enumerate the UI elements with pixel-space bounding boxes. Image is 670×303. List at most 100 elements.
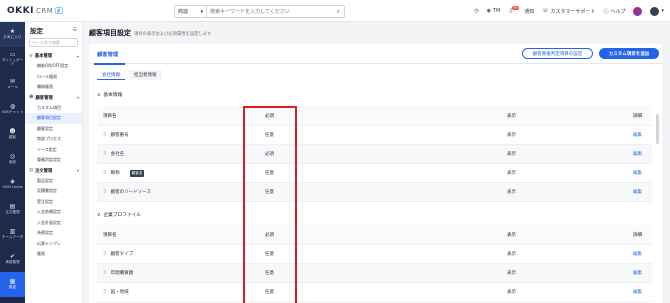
nav-approval[interactable]: ✔ 承認管理 — [0, 247, 25, 272]
subnav-item[interactable]: 権限 — [25, 249, 82, 260]
theme-icon[interactable] — [633, 6, 643, 16]
nav-mail[interactable]: ✉ メール — [0, 72, 25, 97]
card-title-tab[interactable]: 顧客管理 — [97, 50, 118, 58]
drag-handle-icon[interactable]: ⠿ — [103, 251, 107, 257]
search-input[interactable] — [207, 6, 332, 17]
field-name: 顧客番号 — [110, 133, 129, 138]
subnav-item[interactable]: カスタム項目 — [25, 103, 82, 114]
collapse-icon[interactable]: ☰ — [73, 27, 77, 33]
subnav-item[interactable]: ソース設定 — [25, 145, 82, 156]
subnav-item[interactable]: 為替設定 — [25, 228, 82, 239]
subnav-item-active[interactable]: 顧客項目設定 — [25, 113, 82, 124]
edit-link[interactable]: 編集 — [633, 290, 642, 295]
logo[interactable]: OKKI CRM β — [0, 6, 63, 16]
nav-label: お気に入り — [3, 35, 22, 40]
field-name: 顧客タイプ — [110, 252, 134, 257]
basic-info-table: 項目名 必須 表示 詳細 ⠿ 顧客番号 任意 表示 編集 ⠿ 会社名 必須 表示 編… — [97, 106, 652, 202]
subnav-item[interactable]: 重複判定設定 — [25, 155, 82, 166]
subnav-item[interactable]: 見積書設定 — [25, 186, 82, 197]
logo-suffix: CRM — [35, 6, 54, 15]
user-menu[interactable]: ◉ TM — [487, 8, 501, 14]
nav-favorites[interactable]: ★ お気に入り — [0, 22, 25, 47]
subnav-item[interactable]: 顧客設定 — [25, 124, 82, 135]
edit-link[interactable]: 編集 — [633, 271, 642, 276]
search-icon[interactable]: ⌕ — [332, 8, 344, 16]
clock-icon: ◷ — [474, 8, 479, 14]
field-display: 表示 — [507, 152, 516, 157]
edit-link[interactable]: 編集 — [633, 133, 642, 138]
table-row: ⠿ 顧客番号 任意 表示 編集 — [97, 126, 652, 145]
chevron-down-icon: ▾ — [76, 53, 79, 59]
field-name: 略称 — [110, 171, 120, 176]
drag-handle-icon[interactable]: ⠿ — [103, 189, 107, 195]
scrollbar[interactable] — [656, 114, 659, 144]
section-header-company-profile[interactable]: ∨ 企業プロファイル — [97, 212, 141, 219]
tab-contact-info[interactable]: 担当者情報 — [129, 70, 162, 80]
nav-customer[interactable]: ☻ 顧客 — [0, 122, 25, 147]
subnav-item[interactable]: 入金依頼設定 — [25, 207, 82, 218]
search-scope-select[interactable]: 商談 ▾ — [175, 6, 207, 17]
notification-button[interactable]: ♫ 99 通知 — [508, 6, 534, 15]
section-header-basic[interactable]: ∨ 基本情報 — [97, 92, 122, 99]
top-right-menu: ◷ ◉ TM ♫ 99 通知 ☏ カスタマーサポート ⓘ ヘルプ ▾ — [474, 0, 664, 22]
col-header-display: 表示 — [507, 232, 516, 238]
drag-handle-icon[interactable]: ⠿ — [103, 132, 107, 138]
mail-icon: ✉ — [9, 77, 16, 85]
edit-link[interactable]: 編集 — [633, 171, 642, 176]
drag-handle-icon[interactable]: ⠿ — [103, 151, 107, 157]
notification-badge: 99 — [511, 6, 520, 10]
subnav-item[interactable]: 受注設定 — [25, 197, 82, 208]
subnav-item[interactable]: 職務権限 — [25, 82, 82, 93]
drag-handle-icon[interactable]: ⠿ — [103, 170, 107, 176]
chevron-down-icon: ▾ — [76, 168, 79, 173]
nav-okki-leads[interactable]: ◈ OKKI Leads — [0, 172, 25, 197]
add-custom-field-button[interactable]: カスタム項目を追加 — [599, 48, 659, 59]
subnav-group-label: 顧客管理 — [35, 95, 53, 101]
support-button[interactable]: ☏ カスタマーサポート — [542, 8, 595, 15]
edit-link[interactable]: 編集 — [633, 152, 642, 157]
nav-deal[interactable]: ◎ 商談 — [0, 147, 25, 172]
help-button[interactable]: ⓘ ヘルプ — [603, 8, 625, 15]
global-search: 商談 ▾ ⌕ — [174, 5, 345, 18]
info-tabs: 会社情報 担当者情報 — [97, 70, 162, 80]
nav-team-data[interactable]: ▥ チームデータ — [0, 222, 25, 247]
nav-dashboard[interactable]: ▭ ダッシュボード — [0, 47, 25, 72]
col-header-field: 項目名 — [103, 232, 117, 238]
nav-label: 商談 — [8, 160, 17, 165]
table-row: ⠿ 顧客のリードソース 任意 表示 編集 — [97, 183, 652, 202]
settings-card: 顧客管理 顧客重複判定項目の設定 カスタム項目を追加 会社情報 担当者情報 ∨ … — [89, 44, 662, 303]
edit-link[interactable]: 編集 — [633, 252, 642, 257]
subnav-search-input[interactable]: ページ名で検索 — [29, 38, 78, 47]
nav-label: メール — [7, 85, 18, 90]
nav-sns-chat[interactable]: ◍ SNSチャット — [0, 97, 25, 122]
help-icon: ⓘ — [603, 8, 609, 15]
subnav-group-orders[interactable]: ▤ 注文管理 ▾ — [25, 166, 82, 176]
field-display: 表示 — [507, 271, 516, 276]
drag-handle-icon[interactable]: ⠿ — [103, 270, 107, 276]
drag-handle-icon[interactable]: ⠿ — [103, 289, 107, 295]
page-title: 顧客項目設定 — [89, 29, 131, 37]
subnav-group-basic[interactable]: ⚙ 基本管理 ▾ — [25, 51, 82, 61]
subnav-group-label: 基本管理 — [34, 54, 53, 59]
subnav-item[interactable]: ロール権限 — [25, 72, 82, 83]
edit-link[interactable]: 編集 — [633, 190, 642, 195]
tab-company-info[interactable]: 会社情報 — [97, 70, 125, 80]
help-label: ヘルプ — [610, 8, 626, 15]
subnav-item[interactable]: 製品設定 — [25, 176, 82, 187]
history-button[interactable]: ◷ — [474, 8, 478, 14]
subnav-item[interactable]: 伝票テンプレ — [25, 239, 82, 250]
nav-orders[interactable]: ▤ 注文管理 — [0, 197, 25, 222]
page-subtitle: 項目の表示および必須属性を設定します — [134, 32, 212, 37]
profile-menu[interactable]: ▾ — [650, 6, 664, 16]
chevron-down-icon: ▾ — [661, 8, 664, 14]
subnav-title: 設定 — [30, 27, 43, 35]
field-name: 会社名 — [110, 152, 125, 157]
subnav-item[interactable]: 商談プロセス — [25, 134, 82, 145]
duplicate-check-settings-button[interactable]: 顧客重複判定項目の設定 — [522, 48, 593, 59]
subnav-item[interactable]: 機能ON/OFF設定 — [25, 61, 82, 72]
leads-icon: ◈ — [10, 177, 15, 185]
nav-settings[interactable]: ▦ 設定 — [0, 272, 25, 297]
field-display: 表示 — [507, 252, 516, 257]
subnav-item[interactable]: 入金計画設定 — [25, 218, 82, 229]
subnav-group-customer[interactable]: ☻ 顧客管理 ▾ — [25, 93, 82, 103]
